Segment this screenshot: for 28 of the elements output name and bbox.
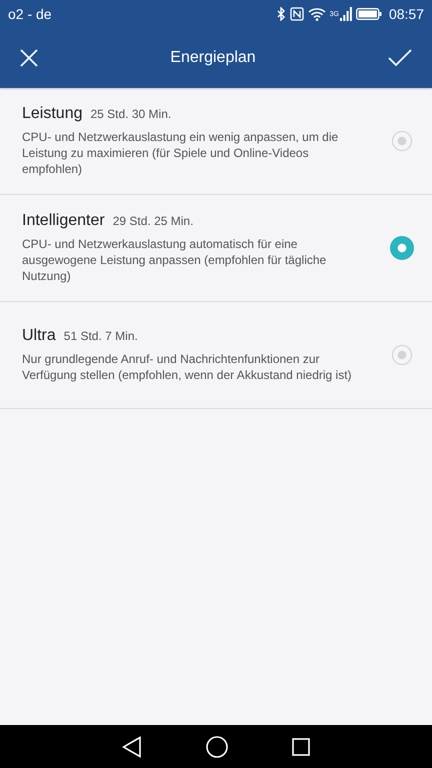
nfc-icon <box>290 7 304 21</box>
radio-button[interactable] <box>392 131 412 151</box>
plan-option[interactable]: Leistung 25 Std. 30 Min. CPU- und Netzwerkauslastung ein wenig anpassen, um die Leistung zu maximieren (für Spiele und Online-Videos empfohlen) <box>0 88 432 195</box>
carrier-name: o2 - de <box>8 6 52 22</box>
signal-icon <box>340 7 352 21</box>
screen-title: Energieplan <box>170 49 256 67</box>
plan-description: CPU- und Netzwerkauslastung ein wenig anpassen, um die Leistung zu maximieren (für Spiele und Online-Videos empfohlen) <box>22 129 340 177</box>
plan-name: Intelligenter <box>22 212 105 230</box>
radio-button[interactable] <box>392 345 412 365</box>
close-icon <box>20 49 38 67</box>
plan-name: Leistung <box>22 105 82 123</box>
bluetooth-icon <box>276 7 286 21</box>
plan-duration: 25 Std. 30 Min. <box>90 107 172 121</box>
plan-duration: 29 Std. 25 Min. <box>112 214 194 228</box>
plan-option[interactable]: Ultra 51 Std. 7 Min. Nur grundlegende Anruf- und Nachrichtenfunktionen zur Verfügung stellen (empfohlen, wenn der Akkustand niedrig ist) <box>0 302 432 409</box>
plan-name: Ultra <box>22 327 56 345</box>
home-icon[interactable] <box>206 736 228 758</box>
back-icon[interactable] <box>122 736 142 758</box>
plan-description: CPU- und Netzwerkauslastung automatisch für eine ausgewogene Leistung anpassen (empfohlen für tägliche Nutzung) <box>22 236 328 284</box>
radio-button[interactable] <box>390 236 414 260</box>
recents-icon[interactable] <box>292 738 310 756</box>
wifi-icon <box>308 7 326 21</box>
checkmark-icon <box>388 49 412 67</box>
plan-duration: 51 Std. 7 Min. <box>64 329 138 343</box>
plan-description: Nur grundlegende Anruf- und Nachrichtenfunktionen zur Verfügung stellen (empfohlen, wenn der Akkustand niedrig ist) <box>22 351 353 383</box>
battery-icon <box>356 7 382 21</box>
clock: 08:57 <box>388 6 424 22</box>
plan-option[interactable]: Intelligenter 29 Std. 25 Min. CPU- und Netzwerkauslastung automatisch für eine ausgewogene Leistung anpassen (empfohlen für tägliche Nutzung) <box>0 195 432 302</box>
